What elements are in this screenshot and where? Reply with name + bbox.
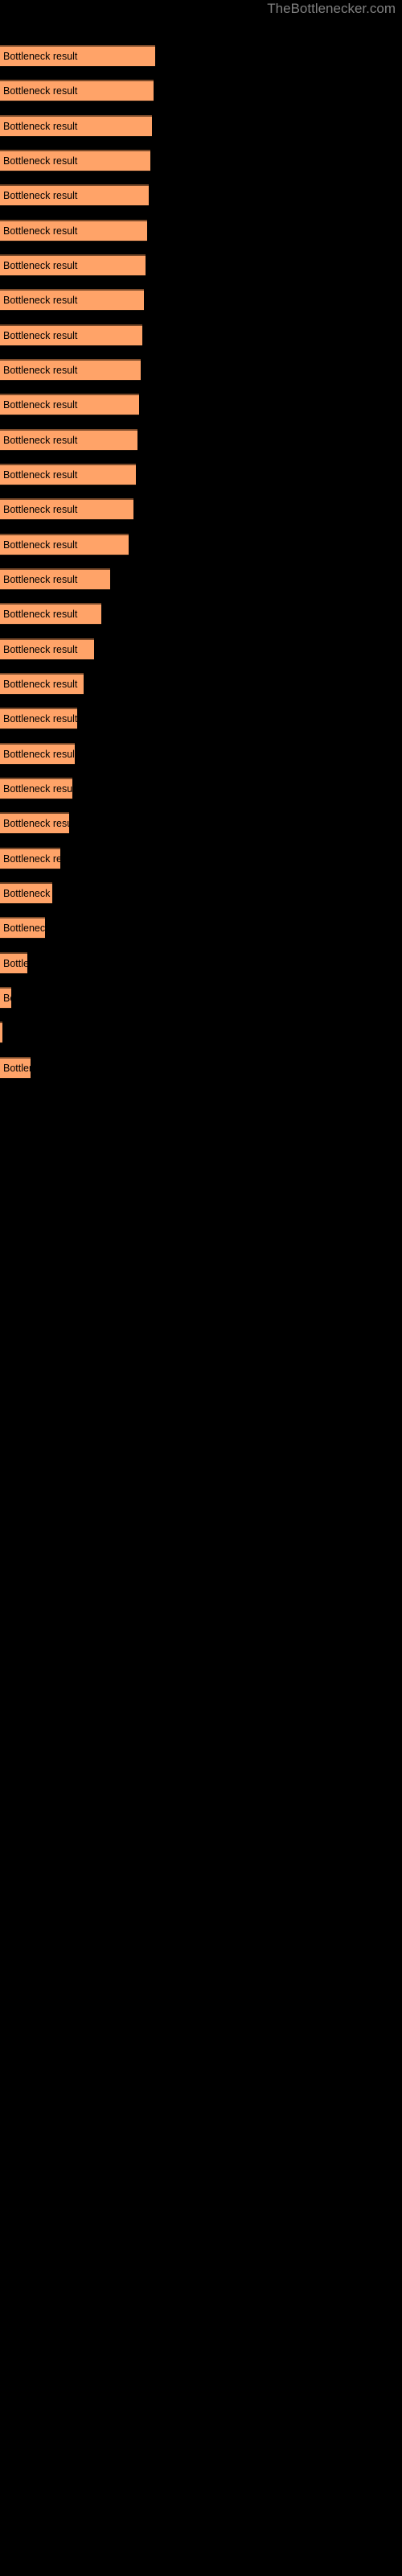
bar-label: Bottleneck result: [3, 609, 78, 620]
bar-label: Bottleneck result: [3, 365, 78, 376]
bar-label: Bottleneck result: [3, 679, 78, 690]
bar-label-clip: Bottleneck result: [0, 743, 75, 765]
bar-label: Bottleneck result: [3, 993, 11, 1004]
bar-row: Bottleneck result: [0, 289, 402, 311]
bar-row: Bottleneck result: [0, 848, 402, 869]
bar-row: Bottleneck result: [0, 359, 402, 381]
bar-label: Bottleneck result: [3, 713, 77, 724]
bar-label-clip: Bottleneck result: [0, 638, 94, 660]
bar-row: Bottleneck result: [0, 1057, 402, 1079]
bar-label: Bottleneck result: [3, 888, 52, 899]
bar-label-clip: Bottleneck result: [0, 708, 77, 729]
bar-row: Bottleneck result: [0, 80, 402, 101]
bar-row: Bottleneck result: [0, 534, 402, 555]
bar-label: Bottleneck result: [3, 190, 78, 201]
bar-label-clip: Bottleneck result: [0, 115, 152, 137]
bar-row: Bottleneck result: [0, 917, 402, 939]
bar-label-clip: Bottleneck result: [0, 952, 27, 974]
bar-label-clip: Bottleneck result: [0, 254, 146, 276]
bar-row: Bottleneck result: [0, 254, 402, 276]
bar-row: Bottleneck result: [0, 952, 402, 974]
bar-label: Bottleneck result: [3, 504, 78, 515]
bar-label: Bottleneck result: [3, 783, 72, 795]
bar-label: Bottleneck result: [3, 818, 69, 829]
bar-row: Bottleneck result: [0, 184, 402, 206]
bar-row: Bottleneck result: [0, 987, 402, 1009]
bar-row: Bottleneck result: [0, 498, 402, 520]
bar-row: Bottleneck result: [0, 1022, 402, 1043]
bar-label-clip: Bottleneck result: [0, 987, 11, 1009]
bar-row: Bottleneck result: [0, 708, 402, 729]
bar-label-clip: Bottleneck result: [0, 220, 147, 242]
bar-row: Bottleneck result: [0, 882, 402, 904]
bar-row: Bottleneck result: [0, 324, 402, 346]
bar-row: Bottleneck result: [0, 45, 402, 67]
bar-label: Bottleneck result: [3, 155, 78, 167]
bar-label: Bottleneck result: [3, 121, 78, 132]
bar-label-clip: Bottleneck result: [0, 498, 133, 520]
bar-label-clip: Bottleneck result: [0, 1022, 2, 1043]
bar-label-clip: Bottleneck result: [0, 882, 52, 904]
bar-row: Bottleneck result: [0, 568, 402, 590]
bar-label: Bottleneck result: [3, 260, 78, 271]
bar-label: Bottleneck result: [3, 225, 78, 237]
bar-label: Bottleneck result: [3, 51, 78, 62]
bar-label: Bottleneck result: [3, 330, 78, 341]
bottleneck-bar-chart: TheBottlenecker.com Bottleneck result Bot…: [0, 0, 402, 2576]
bar-label-clip: Bottleneck result: [0, 534, 129, 555]
bar-label: Bottleneck result: [3, 644, 78, 655]
bar-label-clip: Bottleneck result: [0, 429, 137, 451]
bar-label: Bottleneck result: [3, 539, 78, 551]
bar-row: Bottleneck result: [0, 429, 402, 451]
bar-row: Bottleneck result: [0, 464, 402, 485]
bar-label-clip: Bottleneck result: [0, 848, 60, 869]
bar-row: Bottleneck result: [0, 778, 402, 799]
bar-row: Bottleneck result: [0, 812, 402, 834]
bar-label-clip: Bottleneck result: [0, 394, 139, 415]
bar-label: Bottleneck result: [3, 399, 78, 411]
bars-container: Bottleneck result Bottleneck result Bottle…: [0, 0, 402, 2576]
bar-label-clip: Bottleneck result: [0, 359, 141, 381]
bar-label: Bottleneck result: [3, 435, 78, 446]
bar-row: Bottleneck result: [0, 673, 402, 695]
bar-label: Bottleneck result: [3, 958, 27, 969]
bar-label-clip: Bottleneck result: [0, 673, 84, 695]
bar-label-clip: Bottleneck result: [0, 464, 136, 485]
bar-row: Bottleneck result: [0, 743, 402, 765]
bar-label-clip: Bottleneck result: [0, 778, 72, 799]
bar-label: Bottleneck result: [3, 469, 78, 481]
bar-label-clip: Bottleneck result: [0, 324, 142, 346]
bar-label: Bottleneck result: [3, 85, 78, 97]
bar-label-clip: Bottleneck result: [0, 1057, 31, 1079]
bar-label: Bottleneck result: [3, 923, 45, 934]
bar-label-clip: Bottleneck result: [0, 150, 150, 171]
bar-label: Bottleneck result: [3, 749, 75, 760]
bar-label: Bottleneck result: [3, 574, 78, 585]
bar-row: Bottleneck result: [0, 150, 402, 171]
bar-label: Bottleneck result: [3, 853, 60, 865]
bar-label-clip: Bottleneck result: [0, 184, 149, 206]
bar-row: Bottleneck result: [0, 603, 402, 625]
bar-row: Bottleneck result: [0, 220, 402, 242]
bar-label: Bottleneck result: [3, 295, 78, 306]
bar-label-clip: Bottleneck result: [0, 812, 69, 834]
bar-row: Bottleneck result: [0, 394, 402, 415]
bar-label: Bottleneck result: [3, 1063, 31, 1074]
bar-label-clip: Bottleneck result: [0, 603, 101, 625]
bar-row: Bottleneck result: [0, 638, 402, 660]
bar-row: Bottleneck result: [0, 115, 402, 137]
bar-label-clip: Bottleneck result: [0, 568, 110, 590]
bar-label-clip: Bottleneck result: [0, 80, 154, 101]
bar-label-clip: Bottleneck result: [0, 289, 144, 311]
bar-label-clip: Bottleneck result: [0, 45, 155, 67]
bar-label-clip: Bottleneck result: [0, 917, 45, 939]
